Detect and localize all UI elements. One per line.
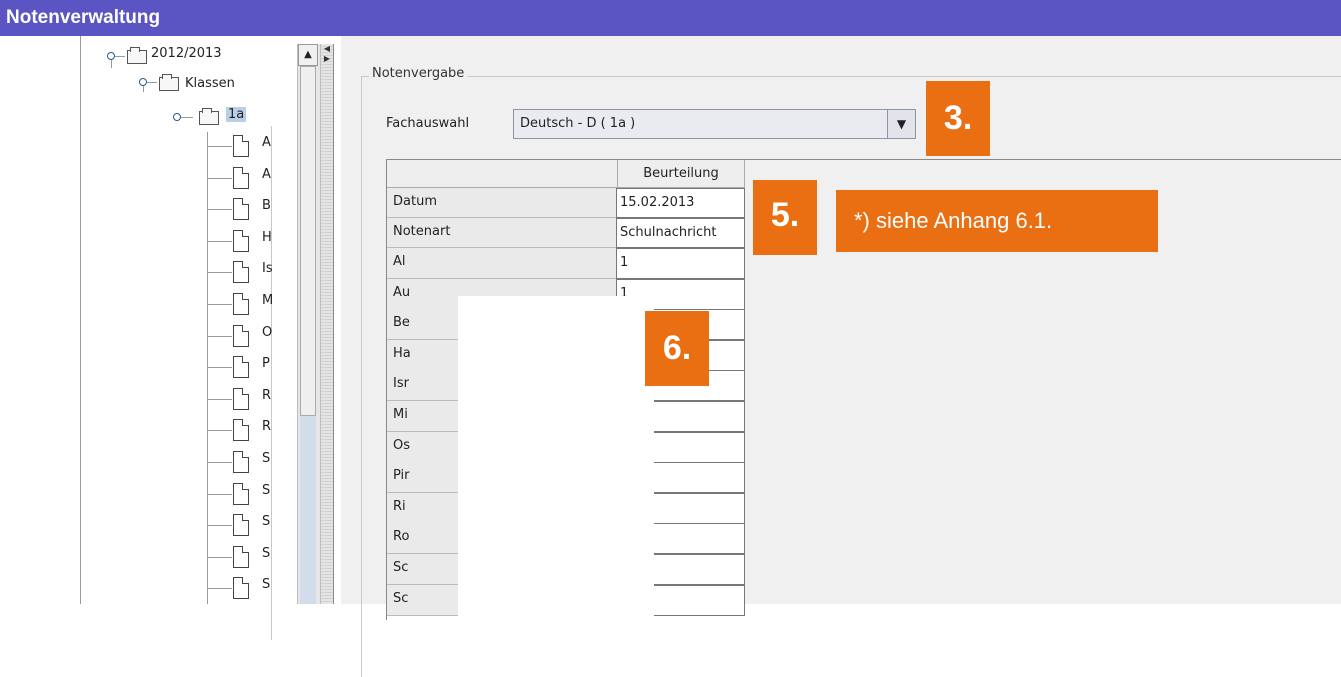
callout-step-5: 5. (753, 180, 817, 255)
tree-line (208, 272, 232, 274)
document-icon (233, 293, 249, 315)
document-icon (233, 419, 249, 442)
group-title: Notenvergabe (369, 66, 468, 81)
tree-node-student[interactable]: A (262, 135, 274, 150)
tree-line (208, 209, 232, 211)
callout-step-6: 6. (645, 311, 709, 386)
tree-line (208, 556, 232, 558)
tree-line (208, 588, 232, 590)
grade-cell[interactable]: 1 (616, 248, 745, 279)
name-clip-area (458, 296, 654, 636)
document-icon (233, 387, 249, 410)
tree-node-student[interactable]: S (262, 546, 274, 561)
document-icon (233, 198, 249, 221)
split-pane-divider[interactable]: ◀ ▶ (321, 44, 334, 604)
folder-icon (199, 108, 219, 125)
document-icon (233, 577, 249, 600)
tree-node-student[interactable]: R (262, 388, 274, 403)
document-icon (233, 356, 249, 379)
node-toggle-icon[interactable] (107, 52, 115, 60)
tree-node-student[interactable]: R (262, 419, 274, 434)
tree-line (208, 398, 232, 400)
node-toggle-icon[interactable] (173, 113, 181, 121)
tree-node-student[interactable]: M (262, 293, 274, 308)
document-icon (233, 324, 249, 347)
tree-node-student[interactable]: S (262, 483, 274, 498)
tree-node-student[interactable]: S (262, 514, 274, 529)
document-icon (233, 229, 249, 252)
fachauswahl-combobox[interactable]: Deutsch - D ( 1a ) ▼ (513, 109, 916, 139)
tree-node-student[interactable]: H (262, 230, 274, 245)
node-toggle-icon[interactable] (139, 78, 147, 86)
document-icon (233, 514, 249, 537)
tree-scrollbar[interactable]: ▲ (297, 44, 321, 604)
fachauswahl-value: Deutsch - D ( 1a ) (520, 116, 636, 131)
tree-line (208, 177, 232, 179)
tree-node-year[interactable]: 2012/2013 (151, 46, 222, 61)
tree-line (208, 525, 232, 527)
tree-line (181, 117, 193, 118)
column-header-beurteilung[interactable]: Beurteilung (618, 160, 745, 188)
document-icon (233, 482, 249, 505)
tree-line (208, 335, 232, 337)
row-header-student: Al (387, 248, 618, 279)
datum-value-cell[interactable]: 15.02.2013 (616, 188, 745, 218)
row-header-notenart: Notenart (387, 218, 618, 248)
tree-node-student[interactable]: P (262, 356, 274, 371)
tree-line (115, 56, 125, 57)
tree-node-student[interactable]: S (262, 577, 274, 592)
tree-line (208, 304, 232, 305)
document-icon (233, 135, 249, 157)
main-panel: Notenvergabe Fachauswahl Deutsch - D ( 1… (341, 36, 1341, 677)
row-header-datum: Datum (387, 188, 618, 218)
document-icon (233, 166, 249, 189)
window-title: Notenverwaltung (0, 0, 1341, 36)
scroll-up-arrow-icon[interactable]: ▲ (298, 44, 318, 66)
document-icon (233, 545, 249, 568)
dropdown-arrow-icon[interactable]: ▼ (887, 110, 915, 138)
scroll-track[interactable] (300, 416, 316, 604)
tree-node-student[interactable]: B (262, 198, 274, 213)
callout-step-3: 3. (926, 81, 990, 156)
tree-node-student[interactable]: S (262, 451, 274, 466)
tree-line (208, 240, 232, 242)
tree-line (208, 493, 232, 495)
folder-icon (159, 74, 179, 91)
tree-line (208, 146, 232, 147)
table-corner-header (387, 160, 618, 188)
tree-node-student[interactable]: Is (262, 261, 274, 276)
tree-line (208, 367, 232, 369)
folder-icon (127, 47, 147, 64)
tree-line (147, 82, 157, 83)
document-icon (233, 451, 249, 473)
collapse-arrows-icon[interactable]: ◀ ▶ (321, 44, 333, 68)
fachauswahl-label: Fachauswahl (386, 116, 470, 131)
document-icon (233, 261, 249, 284)
scroll-thumb[interactable] (300, 66, 316, 416)
callout-note: *) siehe Anhang 6.1. (836, 190, 1158, 252)
tree-node-student[interactable]: O (262, 325, 274, 340)
tree-line (208, 430, 232, 432)
notenart-value-cell[interactable]: Schulnachricht (616, 218, 745, 248)
tree-node-class-1a[interactable]: 1a (226, 107, 247, 122)
tree-line (208, 462, 232, 463)
tree-node-student[interactable]: A (262, 167, 274, 182)
tree-node-klassen[interactable]: Klassen (185, 76, 235, 91)
